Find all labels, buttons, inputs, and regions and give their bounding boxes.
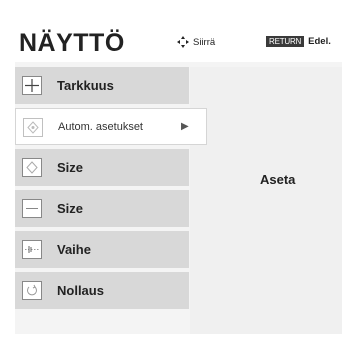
- move-arrows-icon: [177, 36, 189, 48]
- menu-item-label: Nollaus: [57, 283, 104, 298]
- reset-icon: [22, 281, 42, 300]
- size-icon: [22, 199, 42, 218]
- menu-list: Tarkkuus Autom. asetukset ▶ Size Size Va…: [15, 67, 207, 313]
- menu-item-autom-asetukset[interactable]: Autom. asetukset ▶: [15, 108, 207, 145]
- return-hint: RETURN Edel.: [266, 36, 331, 47]
- auto-setup-icon: [23, 118, 43, 137]
- menu-item-size-position[interactable]: Size: [15, 149, 189, 186]
- menu-item-label: Size: [57, 160, 84, 175]
- submenu-arrow-icon: ▶: [181, 121, 189, 132]
- menu-item-label: Vaihe: [57, 242, 91, 257]
- return-hint-label: Edel.: [308, 36, 331, 47]
- value-panel: [190, 67, 342, 334]
- menu-item-vaihe[interactable]: Vaihe: [15, 231, 189, 268]
- return-key-badge: RETURN: [266, 36, 305, 47]
- menu-item-size[interactable]: Size: [15, 190, 189, 227]
- move-hint: Siirrä: [177, 36, 215, 48]
- menu-item-nollaus[interactable]: Nollaus: [15, 272, 189, 309]
- value-label: Aseta: [260, 172, 296, 187]
- menu-title: NÄYTTÖ: [19, 29, 125, 57]
- move-hint-label: Siirrä: [193, 36, 216, 48]
- phase-icon: [22, 240, 42, 259]
- position-icon: [22, 158, 42, 177]
- menu-item-tarkkuus[interactable]: Tarkkuus: [15, 67, 189, 104]
- menu-item-label: Autom. asetukset: [58, 121, 143, 133]
- menu-item-label: Size: [57, 201, 84, 216]
- menu-item-label: Tarkkuus: [57, 78, 114, 93]
- plus-crosshair-icon: [22, 76, 42, 95]
